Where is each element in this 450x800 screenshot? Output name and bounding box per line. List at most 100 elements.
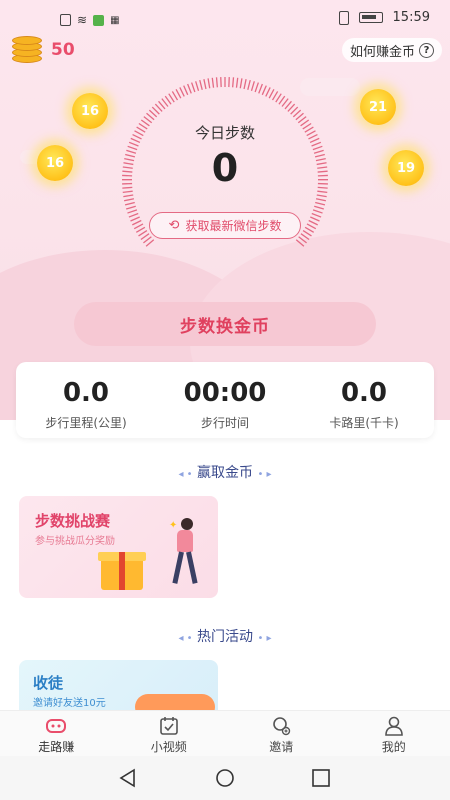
dial-tick bbox=[271, 91, 279, 101]
dial-tick bbox=[125, 205, 136, 210]
sparkle-icon: ✦ bbox=[169, 520, 178, 531]
dial-tick bbox=[207, 78, 211, 89]
step-challenge-card[interactable]: 步数挑战赛 参与挑战瓜分奖励 ✦ bbox=[19, 496, 218, 598]
system-nav-bar bbox=[0, 756, 450, 800]
dial-tick bbox=[131, 219, 142, 226]
nav-mine[interactable]: 我的 bbox=[338, 711, 450, 756]
back-icon[interactable] bbox=[118, 768, 138, 788]
dial-tick bbox=[122, 190, 133, 194]
dial-tick bbox=[211, 77, 215, 88]
nav-label: 邀请 bbox=[269, 740, 294, 754]
dial-tick bbox=[123, 198, 135, 202]
dial-tick bbox=[203, 79, 207, 90]
dial-tick bbox=[187, 83, 192, 94]
dial-tick bbox=[250, 81, 255, 92]
dial-tick bbox=[135, 226, 146, 233]
dial-tick bbox=[310, 216, 320, 222]
nav-short-video[interactable]: 小视频 bbox=[113, 711, 226, 756]
notification-icon: ▦ bbox=[110, 14, 120, 26]
coin-bubble[interactable]: 21 bbox=[360, 89, 396, 125]
dial-tick bbox=[239, 78, 243, 89]
section-header-earn: ◂ • 赢取金币 • ▸ bbox=[0, 462, 450, 482]
nav-invite[interactable]: 邀请 bbox=[225, 711, 338, 756]
battery-icon bbox=[358, 12, 383, 23]
recents-icon[interactable] bbox=[311, 768, 331, 788]
dial-tick bbox=[171, 91, 179, 101]
dial-tick bbox=[175, 89, 182, 99]
dial-tick bbox=[235, 77, 239, 88]
stat-calories: 0.0 卡路里(千卡) bbox=[294, 362, 434, 431]
dial-tick bbox=[195, 81, 200, 92]
dial-tick bbox=[261, 85, 267, 96]
gift-box-icon bbox=[98, 552, 146, 590]
dial-tick bbox=[199, 79, 203, 90]
dial-tick bbox=[127, 209, 138, 214]
dial-tick bbox=[168, 93, 175, 103]
stat-value: 0.0 bbox=[62, 378, 110, 408]
walker-illustration bbox=[181, 518, 193, 530]
dial-tick bbox=[314, 205, 325, 210]
stats-card: 0.0 步行里程(公里) 00:00 步行时间 0.0 卡路里(千卡) bbox=[16, 362, 434, 438]
dial-tick bbox=[258, 83, 263, 94]
stat-value: 00:00 bbox=[183, 378, 267, 408]
dial-tick bbox=[130, 216, 140, 222]
stat-label: 步行时间 bbox=[200, 416, 249, 430]
dial-tick bbox=[315, 201, 326, 206]
stat-label: 卡路里(千卡) bbox=[329, 416, 399, 430]
dial-tick bbox=[123, 194, 134, 198]
nav-walk-earn[interactable]: 走路赚 bbox=[0, 711, 113, 756]
exchange-steps-button[interactable]: 步数换金币 bbox=[74, 302, 376, 346]
refresh-label: 获取最新微信步数 bbox=[185, 219, 282, 233]
stat-time: 00:00 步行时间 bbox=[155, 362, 295, 431]
status-time: 15:59 bbox=[392, 10, 430, 25]
dial-tick bbox=[275, 93, 282, 103]
section-header-hot: ◂ • 热门活动 • ▸ bbox=[0, 626, 450, 646]
dial-tick bbox=[306, 223, 317, 230]
stat-distance: 0.0 步行里程(公里) bbox=[16, 362, 156, 431]
dial-tick bbox=[254, 82, 259, 93]
right-arrows-icon: • ▸ bbox=[257, 633, 272, 644]
invite-icon bbox=[273, 717, 291, 736]
dial-tick bbox=[191, 82, 196, 93]
nav-label: 我的 bbox=[381, 740, 406, 754]
dial-tick bbox=[278, 95, 286, 105]
dial-tick bbox=[164, 95, 172, 105]
recruit-title: 收徒 bbox=[33, 674, 64, 692]
section-title: 赢取金币 bbox=[197, 465, 253, 481]
refresh-wechat-steps-button[interactable]: ⟲ 获取最新微信步数 bbox=[149, 212, 301, 239]
vibrate-icon bbox=[338, 10, 349, 25]
dial-tick bbox=[265, 87, 271, 97]
gamepad-icon bbox=[46, 719, 67, 733]
recruit-subtitle: 邀请好友送10元 bbox=[33, 698, 106, 709]
status-bar: ≋ ▦ 15:59 bbox=[0, 0, 450, 40]
stat-value: 0.0 bbox=[340, 378, 388, 408]
dial-tick bbox=[215, 77, 218, 88]
how-to-earn-label: 如何赚金币 bbox=[349, 44, 415, 60]
help-icon: ? bbox=[419, 42, 434, 58]
steps-title: 今日步数 bbox=[194, 124, 255, 142]
right-arrows-icon: • ▸ bbox=[257, 469, 272, 480]
section-title: 热门活动 bbox=[197, 629, 253, 645]
dial-tick bbox=[138, 229, 148, 237]
dial-tick bbox=[300, 233, 310, 241]
how-to-earn-button[interactable]: 如何赚金币 ? bbox=[341, 38, 442, 62]
challenge-subtitle: 参与挑战瓜分奖励 bbox=[35, 536, 115, 547]
steps-value: 0 bbox=[211, 146, 239, 190]
dial-tick bbox=[243, 79, 247, 90]
home-icon[interactable] bbox=[214, 768, 236, 788]
dial-tick bbox=[311, 212, 322, 218]
coin-stack-icon bbox=[12, 36, 44, 64]
dial-tick bbox=[268, 89, 275, 99]
dial-tick bbox=[124, 201, 135, 206]
coin-count: 50 bbox=[51, 40, 75, 60]
dial-tick bbox=[183, 85, 189, 96]
dial-tick bbox=[179, 87, 185, 97]
wifi-icon: ≋ bbox=[77, 13, 88, 27]
nav-label: 小视频 bbox=[150, 740, 187, 754]
nav-label: 走路赚 bbox=[38, 740, 75, 754]
dial-tick bbox=[308, 219, 319, 226]
refresh-icon: ⟲ bbox=[168, 218, 180, 233]
calendar-video-icon bbox=[159, 717, 178, 735]
dial-tick bbox=[232, 77, 235, 88]
dial-tick bbox=[304, 226, 315, 233]
